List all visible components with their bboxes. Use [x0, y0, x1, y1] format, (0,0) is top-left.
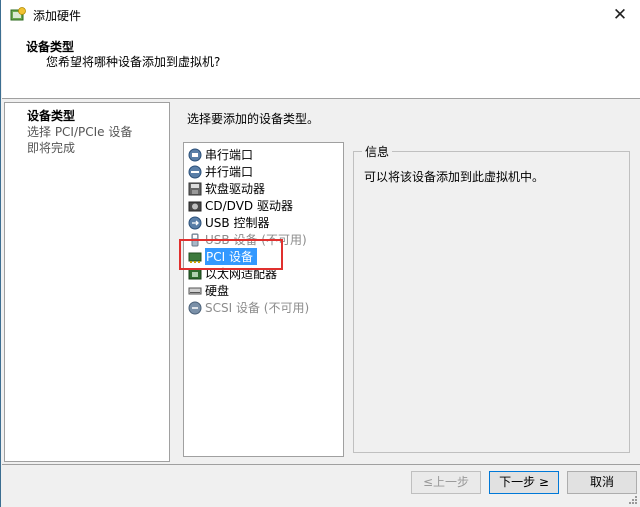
device-list-prompt: 选择要添加的设备类型。	[187, 112, 320, 126]
item-label: USB 控制器	[205, 216, 270, 230]
device-type-list[interactable]: 串行端口 并行端口 软盘驱动器 CD/DVD 驱动器 USB 控制器 USB 设…	[183, 142, 344, 457]
item-label: 以太网适配器	[205, 267, 278, 281]
item-label: CD/DVD 驱动器	[205, 199, 293, 213]
scsi-device-icon	[188, 301, 202, 314]
item-label: 软盘驱动器	[205, 182, 266, 196]
list-item-scsi-device[interactable]: SCSI 设备 (不可用)	[188, 299, 309, 316]
page-subtitle: 您希望将哪种设备添加到虚拟机?	[46, 55, 221, 69]
list-item-usb-device[interactable]: USB 设备 (不可用)	[188, 231, 307, 248]
info-legend: 信息	[362, 143, 393, 160]
wizard-header: 设备类型 您希望将哪种设备添加到虚拟机?	[2, 30, 640, 99]
item-label: 并行端口	[205, 165, 254, 179]
add-hardware-app-icon	[10, 7, 26, 21]
item-label: 串行端口	[205, 148, 254, 162]
list-item-hard-disk[interactable]: 硬盘	[188, 282, 229, 299]
add-hardware-window: 添加硬件 ✕ 设备类型 您希望将哪种设备添加到虚拟机? 设备类型 选择 PCI/…	[0, 0, 640, 507]
info-text: 可以将该设备添加到此虚拟机中。	[364, 170, 545, 184]
step-ready-to-complete: 即将完成	[27, 141, 76, 155]
footer-divider	[2, 464, 640, 465]
hard-disk-icon	[188, 287, 202, 294]
item-label: SCSI 设备 (不可用)	[205, 301, 310, 315]
step-select-pci-device: 选择 PCI/PCIe 设备	[27, 125, 133, 139]
back-button[interactable]: ≤上一步	[411, 471, 481, 494]
cancel-button[interactable]: 取消	[567, 471, 637, 494]
serial-port-icon	[188, 148, 202, 161]
next-button[interactable]: 下一步 ≥	[489, 471, 559, 494]
info-groupbox: 信息 可以将该设备添加到此虚拟机中。	[353, 143, 630, 453]
item-label: 硬盘	[205, 284, 230, 298]
list-item-floppy-drive[interactable]: 软盘驱动器	[188, 180, 265, 197]
usb-device-icon	[191, 233, 199, 246]
pci-device-icon	[188, 252, 202, 263]
list-item-parallel-port[interactable]: 并行端口	[188, 163, 253, 180]
cd-dvd-drive-icon	[188, 201, 202, 211]
list-item-pci-device[interactable]: PCI 设备	[188, 248, 257, 265]
title-bar[interactable]: 添加硬件 ✕	[1, 0, 640, 30]
step-device-type: 设备类型	[27, 109, 76, 123]
list-item-cd-dvd-drive[interactable]: CD/DVD 驱动器	[188, 197, 293, 214]
floppy-drive-icon	[188, 182, 202, 195]
resize-grip-icon[interactable]	[628, 495, 638, 505]
ethernet-adapter-icon	[188, 268, 202, 279]
close-icon[interactable]: ✕	[607, 4, 633, 26]
item-label: PCI 设备	[205, 248, 257, 265]
usb-controller-icon	[188, 216, 202, 229]
list-item-usb-controller[interactable]: USB 控制器	[188, 214, 269, 231]
item-label: USB 设备 (不可用)	[205, 233, 307, 247]
window-title: 添加硬件	[33, 9, 82, 23]
list-item-serial-port[interactable]: 串行端口	[188, 146, 253, 163]
wizard-steps-panel: 设备类型 选择 PCI/PCIe 设备 即将完成	[4, 102, 170, 462]
list-item-ethernet-adapter[interactable]: 以太网适配器	[188, 265, 277, 282]
parallel-port-icon	[188, 165, 202, 178]
